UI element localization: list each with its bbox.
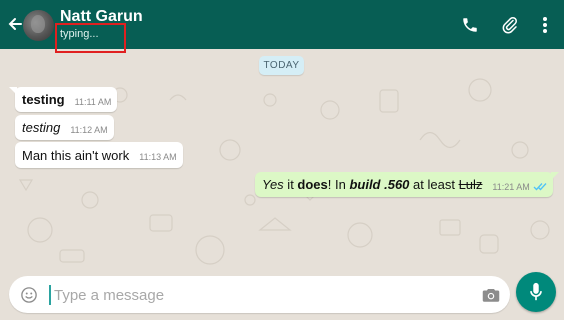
message-composer [9,276,510,313]
message-text: Man this ain't work [22,147,130,163]
microphone-icon [530,282,542,301]
incoming-message[interactable]: testing 11:12 AM [15,115,114,140]
status-highlight-box [55,23,126,53]
back-button[interactable] [5,13,25,35]
message-input[interactable] [54,282,474,308]
incoming-message[interactable]: Man this ain't work 11:13 AM [15,142,183,168]
message-time: 11:12 AM [70,124,108,135]
date-chip: TODAY [259,56,304,75]
message-time: 11:13 AM [139,152,177,162]
double-check-icon [533,182,547,191]
message-time: 11:21 AM [492,181,530,192]
emoji-button[interactable] [19,285,39,305]
camera-button[interactable] [480,285,502,305]
attach-button[interactable] [499,14,521,36]
menu-button[interactable] [534,14,556,36]
voice-record-button[interactable] [516,272,556,312]
emoji-icon [21,287,37,303]
outgoing-message[interactable]: Yes it does! In build .560 at least Lulz… [255,172,559,197]
avatar[interactable] [23,10,54,41]
phone-icon [463,18,477,32]
message-text: Yes it does! In build .560 at least Lulz [262,177,483,192]
paperclip-icon [502,16,517,34]
voice-call-button[interactable] [459,14,481,36]
more-vertical-icon [543,17,547,33]
message-text: testing [22,120,61,135]
camera-icon [482,289,500,302]
message-text: testing [22,92,65,107]
chat-header: Natt Garun typing... [0,0,564,53]
incoming-message[interactable]: testing 11:11 AM [9,87,118,112]
message-time: 11:11 AM [74,96,112,107]
text-caret [49,285,51,305]
arrow-left-icon [8,18,22,30]
